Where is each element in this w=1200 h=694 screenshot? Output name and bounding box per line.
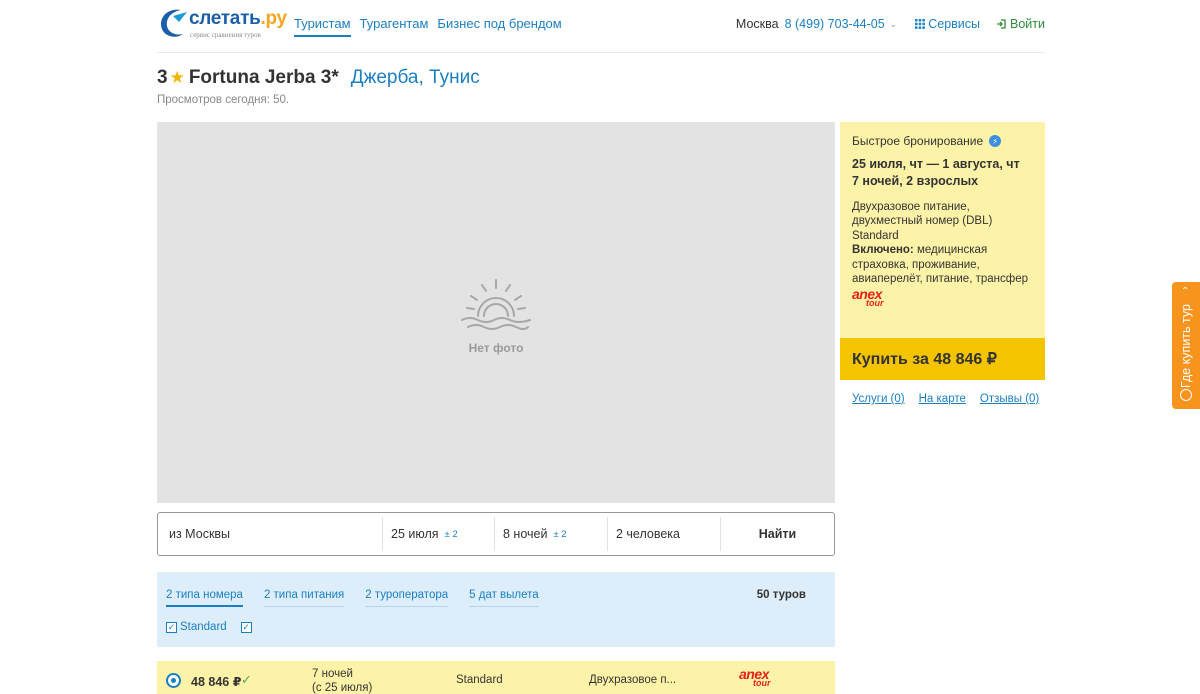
sun-waves-icon [461,279,531,330]
logo-subtitle: сервис сравнения туров [190,31,261,39]
map-link[interactable]: На карте [919,393,966,405]
booking-dates: 25 июля, чт — 1 августа, чт 7 ночей, 2 в… [852,156,1020,190]
services-label: Сервисы [928,17,981,31]
hotel-photo[interactable]: Нет фото [157,122,835,503]
location-icon [1180,389,1192,401]
checkbox-standard[interactable]: ✓ Standard [166,621,227,633]
services-count-link[interactable]: Услуги (0) [852,393,905,405]
checkbox-checked-icon: ✓ [240,621,252,633]
where-to-buy-tab[interactable]: ⌃ Где купить тур [1172,282,1200,409]
booking-included-label: Включено: [852,244,914,257]
nav-tourists[interactable]: Туристам [294,16,351,37]
login-button[interactable]: Войти [996,17,1045,31]
tab-meal-types[interactable]: 2 типа питания [263,589,345,607]
hotel-stars: 3 [157,67,168,88]
no-photo-label: Нет фото [468,341,524,355]
filters-panel: 2 типа номера 2 типа питания 2 туроперат… [157,572,835,647]
logo[interactable]: слетать.ру сервис сравнения туров [157,4,287,44]
logo-text: слетать.ру [189,8,287,29]
tour-room: Standard [456,674,503,686]
checkbox-checked-icon: ✓ [166,621,177,633]
date-field[interactable]: 25 июля ± 2 [383,517,495,551]
tour-start-date: (с 25 июля) [312,682,373,694]
services-link[interactable]: Сервисы [915,17,980,31]
phone-link[interactable]: 8 (499) 703-44-05 [785,17,885,31]
tour-nights-count: 7 ночей [312,668,353,680]
city-label: Москва [735,17,779,31]
chevron-up-icon: ⌃ [1181,286,1190,297]
booking-title: Быстрое бронирование ⚡ [852,134,1002,148]
main-nav: Туристам Турагентам Бизнес под брендом [294,16,562,37]
checkbox-standard-label: Standard [180,621,227,633]
logo-icon [161,9,187,37]
nights-value: 8 ночей [503,527,548,541]
grid-icon [915,19,926,29]
tab-room-types[interactable]: 2 типа номера [166,589,243,607]
find-button[interactable]: Найти [721,517,834,551]
login-label: Войти [1010,17,1045,31]
filter-tabs: 2 типа номера 2 типа питания 2 туроперат… [166,589,539,607]
buy-button[interactable]: Купить за 48 846 ₽ [840,338,1045,380]
nights-field[interactable]: 8 ночей ± 2 [495,517,608,551]
quick-booking-card: Быстрое бронирование ⚡ 25 июля, чт — 1 а… [840,122,1045,380]
people-field[interactable]: 2 человека [608,517,721,551]
tour-meal: Двухразовое п... [589,674,677,686]
tours-count: 50 туров [756,589,806,601]
tour-select-radio[interactable] [166,673,181,688]
hotel-name: Fortuna Jerba 3* [188,67,339,88]
tab-departure-dates[interactable]: 5 дат вылета [469,589,539,607]
hotel-location-link[interactable]: Джерба, Тунис [351,67,480,89]
nights-flex: ± 2 [553,528,567,540]
chevron-down-icon[interactable]: ⌄ [890,19,898,30]
nav-agents[interactable]: Турагентам [360,16,429,37]
tour-nights: 7 ночей (с 25 июля) [312,667,372,694]
booking-date-range: 25 июля, чт — 1 августа, чт [852,157,1020,171]
login-icon [997,19,1006,29]
checkbox-second[interactable]: ✓ [240,621,255,633]
people-value: 2 человека [616,527,681,541]
departure-city-value: из Москвы [169,527,231,541]
where-to-buy-label: Где купить тур [1179,304,1193,388]
site-header: слетать.ру сервис сравнения туров Турист… [157,0,1045,53]
star-icon: ★ [169,68,185,87]
date-flex: ± 2 [444,528,458,540]
tour-row[interactable]: 48 846 ₽ ✓ 7 ночей (с 25 июля) Standard … [157,661,835,694]
booking-nights: 7 ночей, 2 взрослых [852,174,979,188]
header-right: Москва 8 (499) 703-44-05 ⌄ Сервисы Войти [736,17,1045,31]
tour-price: 48 846 ₽ [191,675,242,689]
check-icon: ✓ [241,672,252,687]
lightning-icon: ⚡ [989,135,1002,147]
hotel-title: 3 ★ Fortuna Jerba 3* Джерба, Тунис [157,67,480,89]
no-photo-placeholder: Нет фото [458,276,534,355]
booking-description: Двухразовое питание, двухместный номер (… [852,200,1037,286]
tour-search-bar: из Москвы 25 июля ± 2 8 ночей ± 2 2 чело… [157,512,835,556]
booking-meal-room: Двухразовое питание, двухместный номер (… [852,201,993,242]
booking-title-label: Быстрое бронирование [852,134,984,148]
tab-operators[interactable]: 2 туроператора [365,589,449,607]
nav-business[interactable]: Бизнес под брендом [437,16,561,37]
views-today: Просмотров сегодня: 50. [157,94,290,106]
tour-operator-logo: anex tour [739,666,771,688]
departure-city-field[interactable]: из Москвы [158,517,383,551]
room-checkboxes: ✓ Standard ✓ [166,621,255,633]
reviews-link[interactable]: Отзывы (0) [980,393,1039,405]
booking-links: Услуги (0) На карте Отзывы (0) [852,393,1039,405]
operator-logo: anex tour [852,286,884,308]
date-value: 25 июля [391,527,439,541]
